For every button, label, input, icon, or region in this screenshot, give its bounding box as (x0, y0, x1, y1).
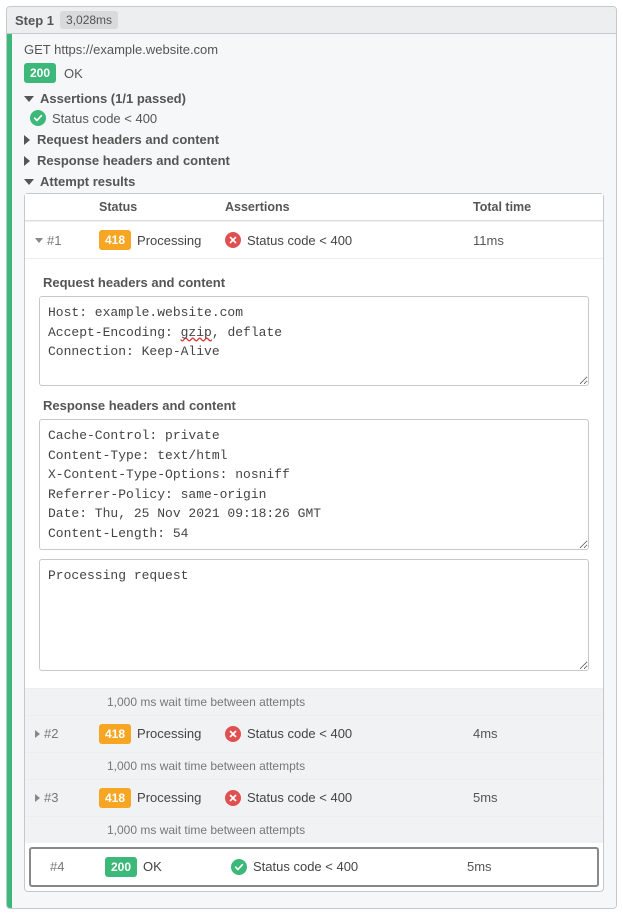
attempt-table-header: Status Assertions Total time (25, 194, 603, 221)
top-status-row: 200 OK (24, 63, 604, 83)
chevron-right-icon (24, 135, 30, 145)
wait-row: 1,000 ms wait time between attempts (25, 816, 603, 843)
assertion-text: Status code < 400 (52, 111, 157, 126)
status-code-badge: 418 (99, 788, 131, 808)
attempt-index: #4 (50, 859, 64, 874)
chevron-right-icon (24, 156, 30, 166)
step-duration-badge: 3,028ms (60, 11, 118, 29)
assertions-section-toggle[interactable]: Assertions (1/1 passed) (24, 91, 604, 106)
attempt-row-final[interactable]: #4 200 OK Status code < 400 5ms (29, 847, 599, 887)
attempt-index: #1 (47, 233, 61, 248)
step-container: Step 1 3,028ms GET https://example.websi… (6, 6, 617, 909)
attempt-time: 5ms (473, 790, 593, 805)
status-text: OK (64, 66, 83, 81)
request-headers-textarea[interactable]: Host: example.website.com Accept-Encodin… (39, 296, 589, 386)
response-headers-label: Response headers and content (37, 153, 230, 168)
status-text: Processing (137, 726, 201, 741)
col-status-header: Status (99, 200, 225, 214)
assertion-text: Status code < 400 (247, 726, 352, 741)
check-fail-icon (225, 232, 241, 248)
check-fail-icon (225, 726, 241, 742)
assertion-text: Status code < 400 (253, 859, 358, 874)
status-code-badge: 418 (99, 230, 131, 250)
chevron-down-icon (24, 96, 34, 102)
wait-row: 1,000 ms wait time between attempts (25, 752, 603, 779)
attempt-row[interactable]: #2 418 Processing Status code < 400 4ms (25, 715, 603, 752)
attempt-results-label: Attempt results (40, 174, 135, 189)
assertion-text: Status code < 400 (247, 790, 352, 805)
status-code-badge: 200 (24, 63, 56, 83)
response-headers-toggle[interactable]: Response headers and content (24, 153, 604, 168)
request-headers-label: Request headers and content (37, 132, 219, 147)
chevron-right-icon (35, 730, 40, 738)
detail-request-label: Request headers and content (43, 275, 589, 290)
response-body-textarea[interactable] (39, 559, 589, 671)
wait-row: 1,000 ms wait time between attempts (25, 688, 603, 715)
step-header[interactable]: Step 1 3,028ms (7, 7, 616, 34)
status-code-badge: 418 (99, 724, 131, 744)
request-line: GET https://example.website.com (24, 42, 604, 57)
status-text: Processing (137, 790, 201, 805)
col-assertions-header: Assertions (225, 200, 473, 214)
assertions-label: Assertions (1/1 passed) (40, 91, 186, 106)
status-text: OK (143, 859, 162, 874)
attempt-results-panel: Status Assertions Total time #1 418 Proc… (24, 193, 604, 892)
check-pass-icon (30, 110, 46, 126)
response-headers-textarea[interactable] (39, 419, 589, 550)
attempt-index: #2 (44, 726, 58, 741)
attempt-index: #3 (44, 790, 58, 805)
detail-response-label: Response headers and content (43, 398, 589, 413)
attempt-row[interactable]: #3 418 Processing Status code < 400 5ms (25, 779, 603, 816)
attempt-detail: Request headers and content Host: exampl… (25, 258, 603, 688)
status-text: Processing (137, 233, 201, 248)
assertion-text: Status code < 400 (247, 233, 352, 248)
step-title: Step 1 (15, 13, 54, 28)
attempt-time: 5ms (467, 859, 587, 874)
assertion-row: Status code < 400 (30, 110, 604, 126)
attempt-time: 4ms (473, 726, 593, 741)
chevron-down-icon (24, 179, 34, 185)
request-headers-toggle[interactable]: Request headers and content (24, 132, 604, 147)
check-fail-icon (225, 790, 241, 806)
attempt-time: 11ms (473, 233, 593, 248)
step-body: GET https://example.website.com 200 OK A… (7, 34, 616, 908)
chevron-down-icon (35, 238, 43, 243)
attempt-row[interactable]: #1 418 Processing Status code < 400 11ms (25, 221, 603, 258)
attempt-results-toggle[interactable]: Attempt results (24, 174, 604, 189)
chevron-right-icon (35, 794, 40, 802)
col-total-time-header: Total time (473, 200, 593, 214)
check-pass-icon (231, 859, 247, 875)
